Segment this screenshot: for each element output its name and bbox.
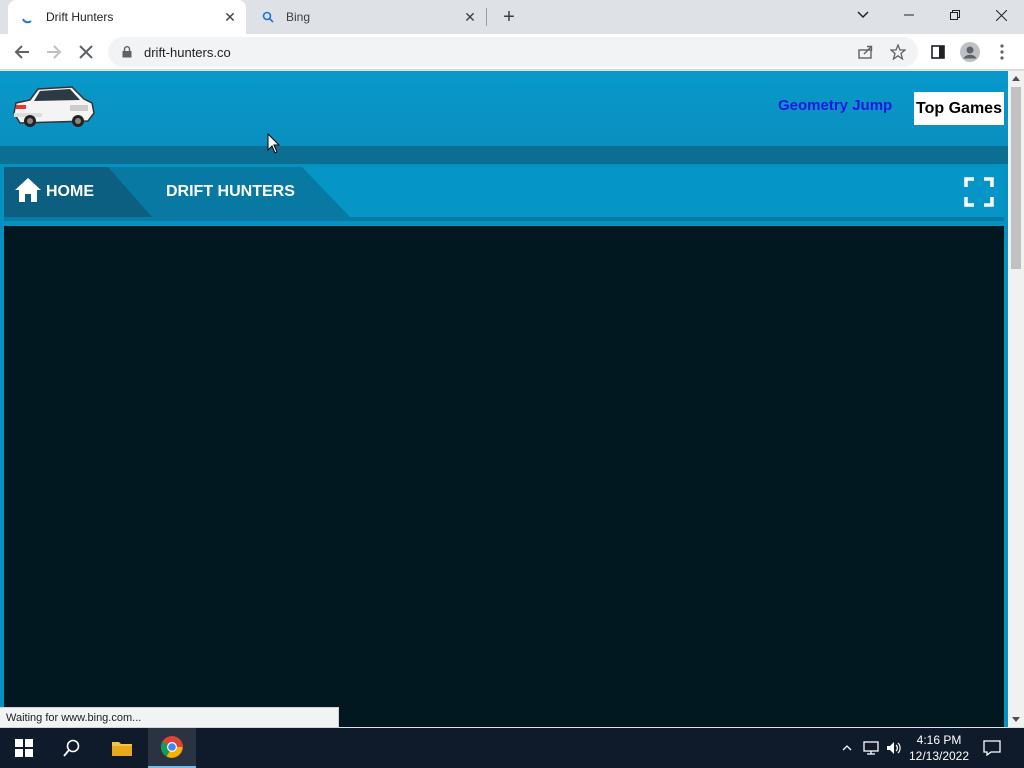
search-icon — [260, 9, 276, 25]
windows-taskbar: 4:16 PM 12/13/2022 — [0, 728, 1024, 768]
header-divider — [0, 146, 1008, 164]
nav-home-label: HOME — [46, 183, 94, 200]
system-clock[interactable]: 4:16 PM 12/13/2022 — [904, 732, 974, 764]
status-bubble: Waiting for www.bing.com... — [0, 707, 339, 728]
windows-start-icon[interactable] — [0, 728, 48, 768]
clock-date: 12/13/2022 — [908, 749, 970, 763]
page-scrollbar[interactable] — [1008, 71, 1024, 727]
back-arrow-icon[interactable] — [8, 38, 36, 66]
nav-drift-hunters-label: DRIFT HUNTERS — [166, 183, 295, 200]
nav-bar-shadow — [4, 217, 1004, 221]
tab-drift-hunters[interactable]: Drift Hunters ✕ — [8, 0, 246, 34]
game-canvas[interactable] — [4, 226, 1004, 727]
taskbar-search-icon[interactable] — [48, 728, 96, 768]
url-text: drift-hunters.co — [144, 44, 231, 60]
file-explorer-icon[interactable] — [98, 728, 146, 768]
tab-title: Bing — [286, 10, 311, 24]
browser-toolbar: drift-hunters.co — [0, 34, 1024, 70]
new-tab-button[interactable]: + — [496, 5, 522, 29]
show-hidden-icons-icon[interactable] — [838, 728, 856, 768]
top-games-button[interactable]: Top Games — [914, 92, 1004, 125]
home-icon — [14, 177, 42, 208]
address-bar[interactable]: drift-hunters.co — [108, 37, 918, 67]
scroll-down-icon[interactable] — [1012, 717, 1020, 722]
page-content: Geometry Jump Top Games HOME DRIFT HUNTE… — [0, 71, 1008, 727]
minimize-icon[interactable] — [886, 0, 932, 30]
tab-strip: Drift Hunters ✕ Bing ✕ + — [0, 0, 1024, 34]
tab-bing[interactable]: Bing ✕ — [248, 0, 486, 34]
notification-center-icon[interactable] — [980, 728, 1004, 768]
profile-avatar-icon[interactable] — [956, 38, 984, 66]
chrome-taskbar-icon[interactable] — [148, 728, 196, 768]
clock-time: 4:16 PM — [916, 733, 962, 747]
tab-separator — [486, 8, 487, 26]
loading-spinner-icon — [20, 9, 36, 25]
fullscreen-icon[interactable] — [964, 177, 994, 207]
geometry-jump-link[interactable]: Geometry Jump — [778, 97, 892, 114]
restore-icon[interactable] — [932, 0, 978, 30]
close-tab-icon[interactable]: ✕ — [460, 7, 480, 27]
side-panel-icon[interactable] — [924, 38, 952, 66]
close-window-icon[interactable] — [978, 0, 1024, 30]
forward-arrow-icon[interactable] — [40, 38, 68, 66]
tab-search-icon[interactable] — [840, 0, 886, 30]
network-icon[interactable] — [860, 728, 882, 768]
share-icon[interactable] — [852, 38, 880, 66]
mouse-cursor-icon — [267, 132, 281, 155]
tab-title: Drift Hunters — [46, 10, 114, 24]
menu-dots-icon[interactable] — [988, 38, 1016, 66]
site-logo-car-icon[interactable] — [10, 83, 96, 133]
site-header: Geometry Jump Top Games — [0, 71, 1008, 146]
lock-icon[interactable] — [122, 45, 134, 59]
scroll-up-icon[interactable] — [1012, 76, 1020, 81]
close-tab-icon[interactable]: ✕ — [220, 7, 240, 27]
stop-loading-icon[interactable] — [72, 38, 100, 66]
volume-icon[interactable] — [884, 728, 904, 768]
game-nav-bar: HOME DRIFT HUNTERS — [4, 167, 1004, 217]
bookmark-star-icon[interactable] — [884, 38, 912, 66]
scrollbar-thumb[interactable] — [1011, 87, 1021, 269]
